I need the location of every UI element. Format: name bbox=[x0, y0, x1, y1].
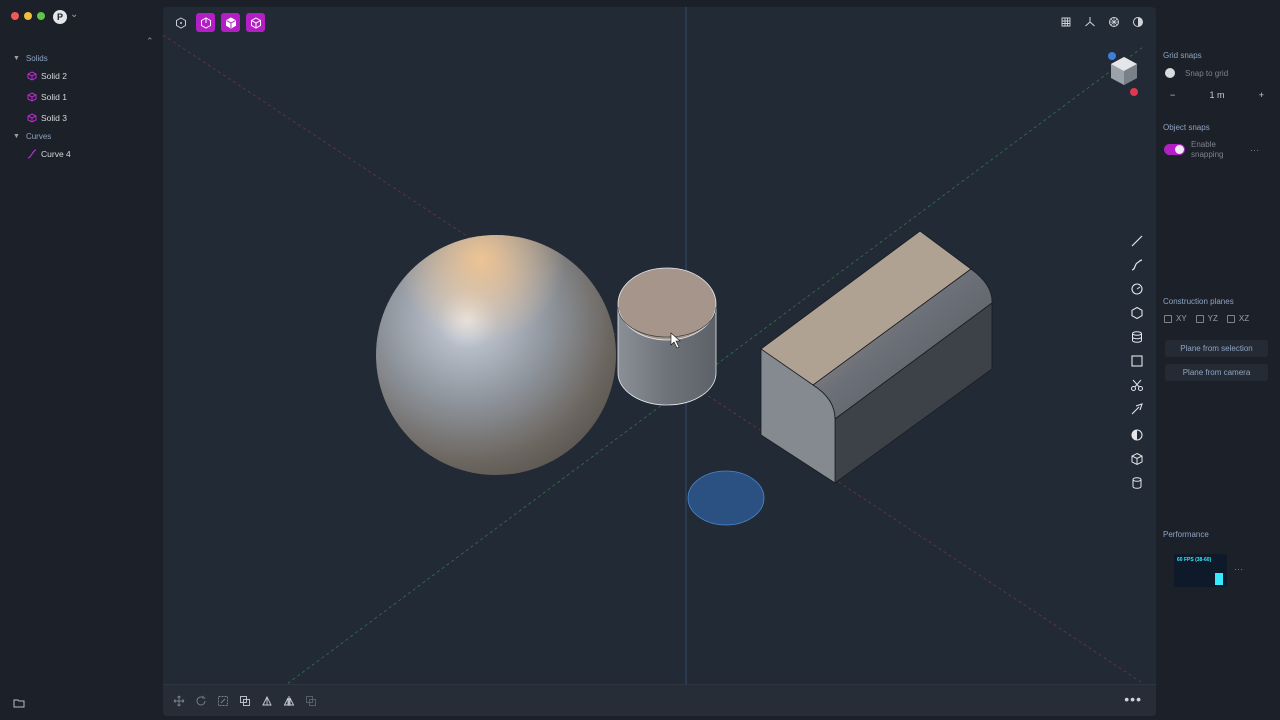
item-label: Curve 4 bbox=[41, 148, 71, 159]
plane-from-camera-button[interactable]: Plane from camera bbox=[1165, 364, 1268, 381]
curve-tool-icon[interactable] bbox=[1127, 255, 1147, 275]
construction-planes-title: Construction planes bbox=[1163, 297, 1234, 306]
folder-icon[interactable] bbox=[13, 698, 25, 708]
box-tool-icon[interactable] bbox=[1127, 449, 1147, 469]
snap-to-grid-option[interactable]: Snap to grid bbox=[1165, 68, 1228, 78]
item-label: Solid 3 bbox=[41, 112, 67, 123]
plane-xz-button[interactable]: XZ bbox=[1226, 314, 1250, 323]
plane-label: XZ bbox=[1238, 314, 1250, 323]
rectangle-tool-icon[interactable] bbox=[1127, 351, 1147, 371]
solid-cube-icon bbox=[27, 70, 37, 81]
snap-more-button[interactable]: ··· bbox=[1250, 146, 1260, 155]
outliner-sidebar: P ⌄ ⌃ ▼ Solids Solid 2 Solid 1 Solid 3 ▼ bbox=[0, 0, 163, 720]
grid-snaps-title: Grid snaps bbox=[1163, 51, 1202, 60]
line-tool-icon[interactable] bbox=[1127, 231, 1147, 251]
cylinder-solid[interactable] bbox=[617, 267, 717, 406]
polygon-tool-icon[interactable] bbox=[1127, 303, 1147, 323]
curve-disk[interactable] bbox=[687, 470, 765, 526]
grid-size-value[interactable]: 1 m bbox=[1209, 90, 1224, 100]
zoom-window-button[interactable] bbox=[37, 12, 45, 20]
app-logo[interactable]: P bbox=[53, 10, 67, 24]
plane-from-selection-button[interactable]: Plane from selection bbox=[1165, 340, 1268, 357]
selection-mode-toolbar bbox=[171, 13, 265, 32]
select-solid-button[interactable] bbox=[246, 13, 265, 32]
properties-panel: Grid snaps Snap to grid − 1 m + Object s… bbox=[1156, 0, 1280, 720]
snap-label: Snap to grid bbox=[1185, 68, 1229, 78]
mirror-icon[interactable] bbox=[281, 693, 297, 709]
transform-toolbar: ••• bbox=[163, 684, 1156, 716]
fps-bar bbox=[1215, 573, 1223, 585]
item-label: Solid 2 bbox=[41, 70, 67, 81]
box-solid[interactable] bbox=[760, 230, 993, 484]
tree-item-curve-4[interactable]: Curve 4 bbox=[0, 143, 163, 164]
fps-graph: 60 FPS (38-60) bbox=[1174, 554, 1227, 587]
3d-viewport[interactable]: ••• bbox=[163, 7, 1156, 716]
tree-item-solid-1[interactable]: Solid 1 bbox=[0, 86, 163, 107]
plane-icon bbox=[1164, 314, 1172, 323]
tree-item-solid-3[interactable]: Solid 3 bbox=[0, 107, 163, 128]
boolean-icon[interactable] bbox=[303, 693, 319, 709]
chevron-down-icon[interactable]: ⌄ bbox=[70, 9, 78, 20]
sphere-tool-icon[interactable] bbox=[1127, 425, 1147, 445]
plane-icon bbox=[1195, 314, 1204, 323]
window-controls bbox=[11, 12, 45, 20]
navigation-cube[interactable] bbox=[1108, 51, 1140, 97]
scene-canvas[interactable] bbox=[163, 7, 1156, 716]
object-snaps-title: Object snaps bbox=[1163, 123, 1210, 132]
cylinder-tool-icon[interactable] bbox=[1127, 473, 1147, 493]
lighting-icon[interactable] bbox=[1130, 14, 1146, 30]
close-window-button[interactable] bbox=[11, 12, 19, 20]
decrement-button[interactable]: − bbox=[1170, 90, 1175, 100]
enable-snapping-option[interactable]: Enable snapping bbox=[1164, 140, 1241, 160]
group-label: Solids bbox=[25, 53, 48, 63]
plane-yz-button[interactable]: YZ bbox=[1195, 314, 1218, 323]
sphere-highlight bbox=[376, 235, 616, 475]
trim-tool-icon[interactable] bbox=[1127, 399, 1147, 419]
item-label: Solid 1 bbox=[41, 91, 67, 102]
increment-button[interactable]: + bbox=[1259, 90, 1264, 100]
performance-title: Performance bbox=[1163, 530, 1209, 539]
collapse-icon[interactable]: ⌃ bbox=[146, 36, 154, 47]
axes-icon[interactable] bbox=[1082, 14, 1098, 30]
rotate-icon[interactable] bbox=[193, 693, 209, 709]
more-options-button[interactable]: ••• bbox=[1124, 691, 1142, 707]
minimize-window-button[interactable] bbox=[24, 12, 32, 20]
plane-icon bbox=[1226, 314, 1235, 323]
select-face-button[interactable] bbox=[221, 13, 240, 32]
plane-selector: XY YZ XZ bbox=[1164, 314, 1249, 323]
move-icon[interactable] bbox=[171, 693, 187, 709]
plane-xy-button[interactable]: XY bbox=[1164, 314, 1187, 323]
solid-cube-icon bbox=[27, 112, 37, 123]
tree-group-curves[interactable]: ▼ Curves bbox=[0, 129, 163, 143]
circle-tool-icon[interactable] bbox=[1127, 279, 1147, 299]
group-label: Curves bbox=[25, 131, 52, 141]
plane-label: XY bbox=[1176, 314, 1187, 323]
tree-item-solid-2[interactable]: Solid 2 bbox=[0, 65, 163, 86]
cad-app-window: P ⌄ ⌃ ▼ Solids Solid 2 Solid 1 Solid 3 ▼ bbox=[0, 0, 1280, 720]
solid-cube-icon bbox=[27, 91, 37, 102]
performance-more-button[interactable]: ··· bbox=[1234, 565, 1244, 574]
grid-size-stepper[interactable]: − 1 m + bbox=[1165, 87, 1269, 102]
caret-down-icon: ▼ bbox=[13, 132, 20, 140]
curve-icon bbox=[27, 148, 37, 159]
view-options bbox=[1058, 14, 1146, 30]
scissors-icon[interactable] bbox=[1127, 375, 1147, 395]
object-tree: ▼ Solids Solid 2 Solid 1 Solid 3 ▼ Curve… bbox=[0, 50, 163, 164]
layers-tool-icon[interactable] bbox=[1127, 327, 1147, 347]
caret-down-icon: ▼ bbox=[13, 54, 20, 62]
grid-icon[interactable] bbox=[1058, 14, 1074, 30]
scale-icon[interactable] bbox=[215, 693, 231, 709]
snap-radio[interactable] bbox=[1165, 68, 1175, 78]
select-vertex-button[interactable] bbox=[171, 13, 190, 32]
snapping-label: Enable snapping bbox=[1191, 140, 1224, 159]
snapping-toggle[interactable] bbox=[1164, 144, 1185, 155]
duplicate-icon[interactable] bbox=[237, 693, 253, 709]
render-mode-icon[interactable] bbox=[1106, 14, 1122, 30]
drawing-tools bbox=[1127, 231, 1149, 497]
plane-label: YZ bbox=[1207, 314, 1218, 323]
extrude-icon[interactable] bbox=[259, 693, 275, 709]
tree-group-solids[interactable]: ▼ Solids bbox=[0, 51, 163, 65]
fps-label: 60 FPS (38-60) bbox=[1177, 557, 1212, 563]
select-edge-button[interactable] bbox=[196, 13, 215, 32]
